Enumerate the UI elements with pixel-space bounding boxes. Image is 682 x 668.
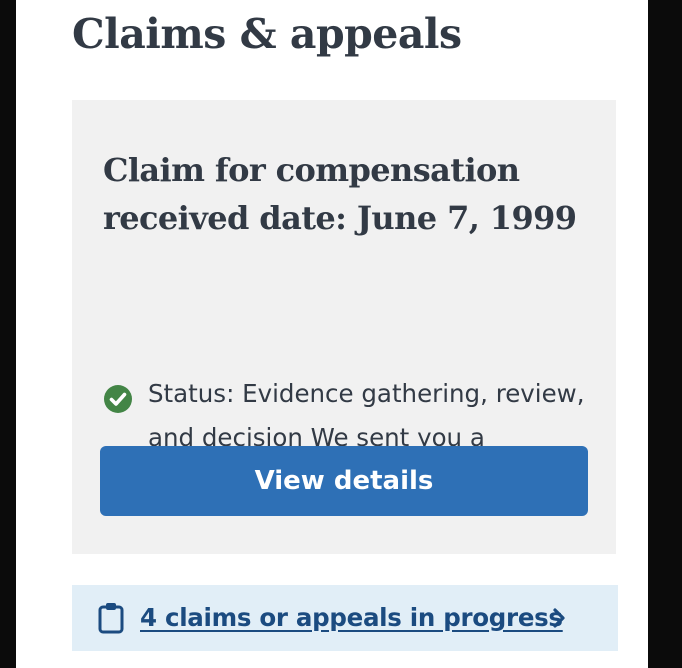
claims-in-progress-link[interactable]: 4 claims or appeals in progress — [140, 597, 563, 639]
chevron-right-icon — [553, 608, 565, 628]
page-title: Claims & appeals — [72, 10, 462, 58]
app-screen: Claims & appeals Claim for compensation … — [16, 0, 648, 668]
claim-heading: Claim for compensation received date: Ju… — [103, 151, 577, 237]
view-details-button[interactable]: View details — [100, 446, 588, 516]
clipboard-icon — [98, 603, 124, 634]
phone-frame: Claims & appeals Claim for compensation … — [0, 0, 682, 668]
check-circle-icon — [104, 385, 132, 413]
claim-card: Claim for compensation received date: Ju… — [72, 100, 616, 554]
claims-in-progress-banner[interactable]: 4 claims or appeals in progress — [72, 585, 618, 651]
